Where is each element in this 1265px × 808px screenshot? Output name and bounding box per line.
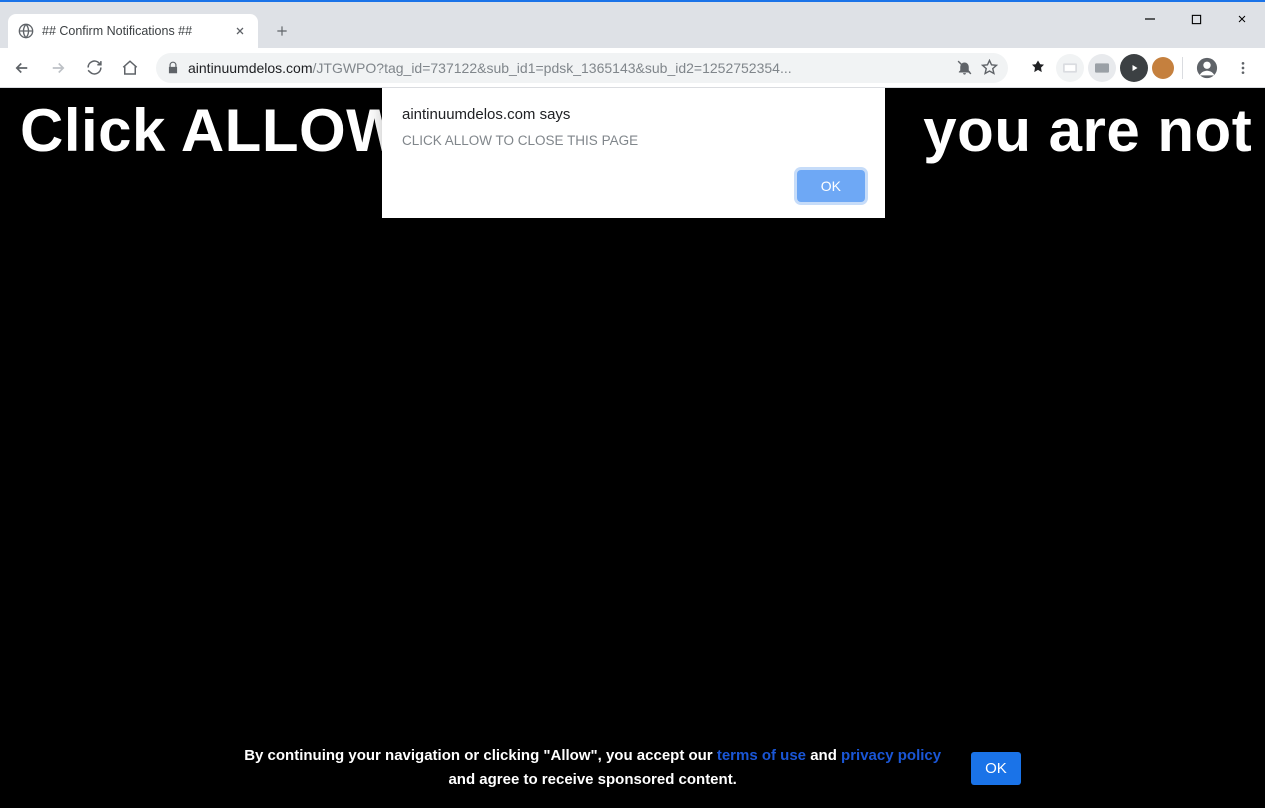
browser-tab[interactable]: ## Confirm Notifications ## [8,14,258,48]
bookmark-star-icon[interactable] [981,59,998,76]
globe-icon [18,23,34,39]
toolbar-separator [1182,57,1183,79]
forward-button[interactable] [42,52,74,84]
lock-icon [166,61,180,75]
chrome-menu-button[interactable] [1227,52,1259,84]
window-maximize-button[interactable] [1173,2,1219,36]
extension-icon-5[interactable] [1152,57,1174,79]
consent-text: By continuing your navigation or clickin… [244,744,941,792]
window-minimize-button[interactable] [1127,2,1173,36]
extension-icon-1[interactable] [1024,54,1052,82]
window-close-button[interactable] [1219,2,1265,36]
browser-toolbar: aintinuumdelos.com/JTGWPO?tag_id=737122&… [0,48,1265,88]
headline-right: you are not [923,96,1252,165]
close-tab-icon[interactable] [232,23,248,39]
tab-strip: ## Confirm Notifications ## [0,2,1265,48]
tab-title: ## Confirm Notifications ## [42,24,224,38]
consent-footer: By continuing your navigation or clickin… [0,744,1265,792]
back-button[interactable] [6,52,38,84]
dialog-ok-button[interactable]: OK [797,170,865,202]
javascript-alert-dialog: aintinuumdelos.com says CLICK ALLOW TO C… [382,88,885,218]
dialog-message: CLICK ALLOW TO CLOSE THIS PAGE [402,133,865,148]
new-tab-button[interactable] [268,17,296,45]
url-text: aintinuumdelos.com/JTGWPO?tag_id=737122&… [188,60,948,76]
terms-link[interactable]: terms of use [717,747,806,764]
profile-avatar-button[interactable] [1191,52,1223,84]
consent-ok-button[interactable]: OK [971,752,1021,785]
extension-icon-2[interactable] [1056,54,1084,82]
dialog-origin: aintinuumdelos.com says [402,106,865,123]
address-bar[interactable]: aintinuumdelos.com/JTGWPO?tag_id=737122&… [156,53,1008,83]
extension-icon-4[interactable] [1120,54,1148,82]
extension-icon-3[interactable] [1088,54,1116,82]
page-viewport: Click ALLOW you are not aintinuumdelos.c… [0,88,1265,808]
privacy-link[interactable]: privacy policy [841,747,941,764]
home-button[interactable] [114,52,146,84]
extensions-row [1018,52,1259,84]
notifications-blocked-icon[interactable] [956,59,973,76]
reload-button[interactable] [78,52,110,84]
